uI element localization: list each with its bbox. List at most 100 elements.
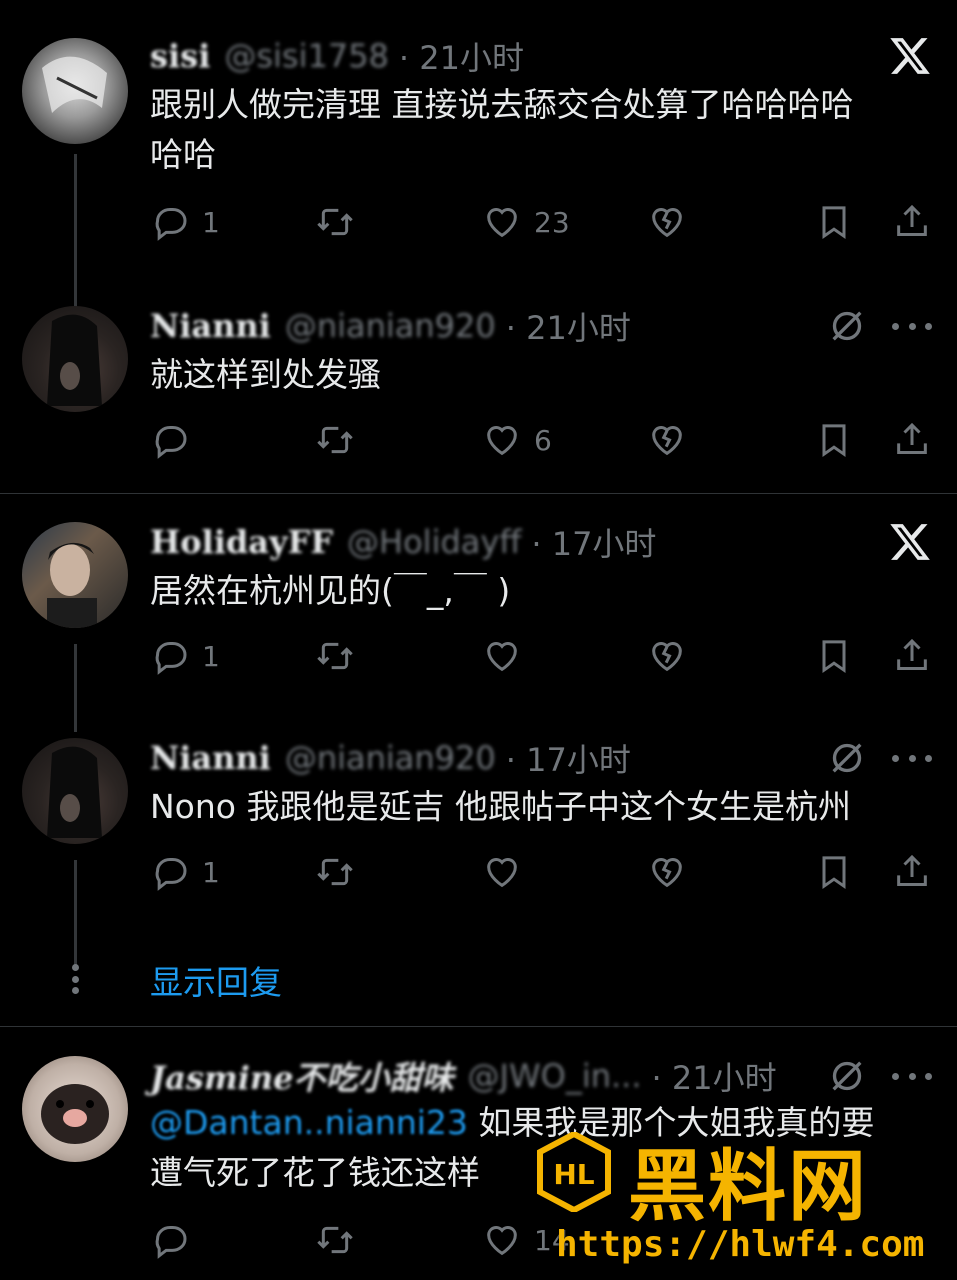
more-options-icon[interactable]: [892, 306, 932, 346]
avatar[interactable]: [22, 38, 128, 144]
repost-button[interactable]: [315, 418, 367, 462]
repost-icon: [317, 642, 353, 670]
like-button[interactable]: [482, 850, 534, 894]
repost-icon: [317, 208, 353, 236]
post-time[interactable]: · 21小时: [506, 303, 631, 349]
bookmark-icon: [822, 856, 846, 890]
share-button[interactable]: [892, 418, 932, 462]
post-3[interactable]: HolidayFF @Holidayff · 17小时 居然在杭州见的(￣_,￣…: [0, 519, 957, 732]
post-text: 居然在杭州见的(￣_,￣ ): [150, 566, 510, 616]
post-actions: 6: [150, 418, 935, 462]
post-text-line: Nono 我跟他是延吉 他跟帖子中这个女生是杭州: [150, 787, 851, 826]
author-name[interactable]: sisi: [150, 37, 210, 75]
broken-heart-icon: [652, 858, 682, 888]
heart-icon: [487, 642, 517, 672]
repost-button[interactable]: [315, 200, 367, 244]
reply-button[interactable]: 1: [150, 200, 220, 244]
bookmark-icon: [822, 206, 846, 240]
post-time[interactable]: · 21小时: [652, 1053, 777, 1099]
heart-icon: [487, 208, 517, 238]
grok-icon[interactable]: [827, 738, 867, 778]
post-text-line: 哈哈: [150, 135, 216, 174]
show-replies-link[interactable]: 显示回复: [150, 956, 282, 1004]
reply-button[interactable]: [150, 418, 202, 462]
avatar[interactable]: [22, 522, 128, 628]
avatar[interactable]: [22, 1056, 128, 1162]
post-text: 跟别人做完清理 直接说去舔交合处算了哈哈哈哈 哈哈: [150, 80, 854, 180]
x-logo-icon[interactable]: [888, 34, 932, 78]
x-logo-icon[interactable]: [888, 520, 932, 564]
repost-button[interactable]: [315, 1218, 367, 1262]
post-2[interactable]: Nianni @nianian920 · 21小时 就这样到处发骚 6: [0, 306, 957, 492]
dislike-button[interactable]: [647, 200, 687, 244]
broken-heart-icon: [652, 426, 682, 456]
post-actions: 1: [150, 850, 935, 894]
author-name[interactable]: Nianni: [150, 307, 271, 345]
author-handle[interactable]: @Holidayff: [347, 523, 521, 561]
bookmark-button[interactable]: [814, 200, 854, 244]
bookmark-button[interactable]: [814, 850, 854, 894]
share-icon: [897, 638, 927, 670]
post-4[interactable]: Nianni @nianian920 · 17小时 Nono 我跟他是延吉 他跟…: [0, 735, 957, 970]
reply-icon: [155, 208, 187, 241]
author-handle[interactable]: @sisi1758: [224, 37, 389, 75]
watermark-logo-text: HL: [553, 1158, 594, 1191]
watermark: HL 黑料网 https://hlwf4.com: [536, 1130, 936, 1276]
reply-button[interactable]: 1: [150, 850, 220, 894]
post-time[interactable]: · 21小时: [399, 33, 524, 79]
like-button[interactable]: [482, 634, 534, 678]
repost-button[interactable]: [315, 850, 367, 894]
reply-icon: [155, 642, 187, 675]
reply-count: 1: [202, 639, 220, 673]
more-replies-dots-icon: [72, 964, 80, 994]
dislike-button[interactable]: [647, 634, 687, 678]
dislike-button[interactable]: [647, 418, 687, 462]
thread-line: [74, 154, 77, 316]
post-header: Jasmine不吃小甜味 @JWO_in... · 21小时: [150, 1053, 777, 1099]
share-button[interactable]: [892, 200, 932, 244]
divider: [0, 1026, 957, 1027]
mention-link[interactable]: @Dantan..nianni23: [150, 1103, 468, 1142]
heart-icon: [487, 858, 517, 888]
post-1[interactable]: sisi @sisi1758 · 21小时 跟别人做完清理 直接说去舔交合处算了…: [0, 30, 957, 316]
author-handle[interactable]: @JWO_in...: [468, 1057, 642, 1095]
author-handle[interactable]: @nianian920: [285, 739, 496, 777]
bookmark-button[interactable]: [814, 418, 854, 462]
post-header: Nianni @nianian920 · 17小时: [150, 735, 631, 781]
repost-button[interactable]: [315, 634, 367, 678]
bookmark-button[interactable]: [814, 634, 854, 678]
share-button[interactable]: [892, 850, 932, 894]
author-name[interactable]: HolidayFF: [150, 523, 333, 561]
reply-count: 1: [202, 205, 220, 239]
author-name[interactable]: Nianni: [150, 739, 271, 777]
grok-icon[interactable]: [827, 1056, 867, 1096]
repost-icon: [317, 858, 353, 886]
like-button[interactable]: 6: [482, 418, 552, 462]
post-text: Nono 我跟他是延吉 他跟帖子中这个女生是杭州: [150, 782, 851, 832]
broken-heart-icon: [652, 642, 682, 672]
author-handle[interactable]: @nianian920: [285, 307, 496, 345]
share-button[interactable]: [892, 634, 932, 678]
post-text-line: 居然在杭州见的(￣_,￣ ): [150, 571, 511, 610]
post-actions: 1 23: [150, 200, 935, 244]
dislike-button[interactable]: [647, 850, 687, 894]
grok-icon[interactable]: [827, 306, 867, 346]
like-button[interactable]: 23: [482, 200, 570, 244]
post-text-line: 就这样到处发骚: [150, 355, 381, 394]
post-time[interactable]: · 17小时: [506, 735, 631, 781]
more-options-icon[interactable]: [892, 1056, 932, 1096]
post-header: sisi @sisi1758 · 21小时: [150, 33, 524, 79]
share-icon: [897, 422, 927, 454]
thread-line: [74, 860, 77, 970]
reply-button[interactable]: [150, 1218, 202, 1262]
author-name[interactable]: Jasmine不吃小甜味: [150, 1053, 454, 1099]
avatar[interactable]: [22, 306, 128, 412]
reply-icon: [155, 1226, 187, 1259]
avatar[interactable]: [22, 738, 128, 844]
post-text-line: 跟别人做完清理 直接说去舔交合处算了哈哈哈哈: [150, 85, 854, 124]
repost-icon: [317, 426, 353, 454]
reply-button[interactable]: 1: [150, 634, 220, 678]
share-icon: [897, 854, 927, 886]
post-time[interactable]: · 17小时: [531, 519, 656, 565]
more-options-icon[interactable]: [892, 738, 932, 778]
